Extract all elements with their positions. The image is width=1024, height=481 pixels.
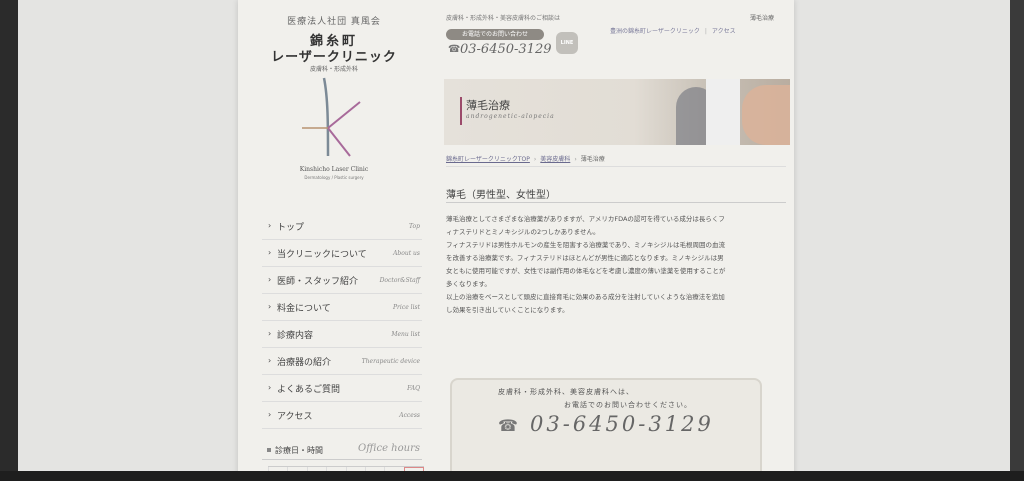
nav-label-en: Menu list: [391, 331, 420, 338]
nav-label: 料金について: [277, 304, 331, 314]
sidebar-item-about[interactable]: › 当クリニックについて About us: [262, 240, 422, 267]
monitor-edge-left: [0, 0, 18, 481]
page-banner: 薄毛治療 androgenetic-alopecia: [444, 79, 790, 145]
chevron-right-icon: ›: [268, 275, 272, 284]
sidebar: 医療法人社団 真風会 錦糸町 レーザークリニック 皮膚科・形成外科 Kinshi…: [238, 0, 430, 481]
logo-english: Kinshicho Laser Clinic: [299, 166, 369, 173]
contact-note: 皮膚科・形成外科・美容皮膚科のご相談は: [446, 15, 561, 22]
breadcrumb: 錦糸町レーザークリニックTOP › 美容皮膚科 › 薄毛治療: [446, 156, 605, 163]
sidebar-nav: › トップ Top › 当クリニックについて About us › 医師・スタッ…: [262, 213, 422, 429]
chevron-right-icon: ›: [268, 221, 272, 230]
sidebar-item-menu[interactable]: › 診療内容 Menu list: [262, 321, 422, 348]
office-hours-heading: 診療日・時間 Office hours: [262, 440, 422, 460]
nav-label-en: About us: [393, 250, 420, 257]
phone-icon: ☎: [498, 416, 518, 435]
logo-english-sub: Dermatology / Plastic surgery: [304, 175, 364, 180]
body-line: を改善する治療薬です。フィナステリドはほとんどが男性に適応となります。ミノキシジ…: [446, 254, 724, 262]
body-line: し効果を引き出していくことになります。: [446, 306, 569, 314]
nav-label-en: FAQ: [407, 385, 420, 392]
nav-label: よくあるご質問: [277, 385, 341, 395]
main-content: 皮膚科・形成外科・美容皮膚科のご相談は 薄毛治療 お電話でのお問い合わせ ☎ 0…: [430, 0, 794, 481]
chevron-right-icon: ›: [268, 356, 272, 365]
web-page: 医療法人社団 真風会 錦糸町 レーザークリニック 皮膚科・形成外科 Kinshi…: [238, 0, 794, 481]
monitor-bezel-bottom: [0, 471, 1024, 481]
office-hours-label-en: Office hours: [358, 443, 420, 454]
phone-icon: ☎: [448, 44, 461, 55]
link-sister-clinic[interactable]: 豊洲の錦糸町レーザークリニック: [610, 28, 700, 35]
nav-label: 当クリニックについて: [277, 250, 367, 260]
nav-label: アクセス: [277, 412, 313, 422]
chevron-right-icon: ›: [268, 383, 272, 392]
nav-label-en: Top: [409, 223, 420, 230]
logo-clinic[interactable]: レーザークリニック: [238, 46, 430, 65]
utility-links: 豊洲の錦糸町レーザークリニック | アクセス: [610, 28, 736, 35]
tel-label-badge: お電話でのお問い合わせ: [446, 29, 544, 40]
sidebar-item-device[interactable]: › 治療器の紹介 Therapeutic device: [262, 348, 422, 375]
body-line: 多くなります。: [446, 280, 491, 288]
banner-subtitle: androgenetic-alopecia: [466, 113, 555, 120]
chevron-right-icon: ›: [268, 329, 272, 338]
banner-photo-patient: [742, 85, 790, 145]
office-hours-label: 診療日・時間: [275, 446, 323, 455]
chevron-right-icon: ›: [268, 248, 272, 257]
breadcrumb-home[interactable]: 錦糸町レーザークリニックTOP: [446, 156, 530, 163]
sidebar-item-top[interactable]: › トップ Top: [262, 213, 422, 240]
logo-k-mark-icon[interactable]: [298, 76, 368, 158]
body-line: 女ともに使用可能ですが、女性では副作用の体毛などを考慮し濃度の薄い塗薬を使用する…: [446, 267, 726, 275]
sidebar-item-staff[interactable]: › 医師・スタッフ紹介 Doctor&Staff: [262, 267, 422, 294]
chevron-right-icon: ›: [268, 302, 272, 311]
nav-label-en: Doctor&Staff: [379, 277, 420, 284]
banner-title: 薄毛治療: [466, 99, 510, 112]
title-rule: [446, 202, 786, 203]
logo-corporation: 医療法人社団 真風会: [287, 17, 381, 27]
tel-contact-box: 皮膚科・形成外科、美容皮膚科へは、 お電話でのお問い合わせください。 ☎ 03-…: [450, 378, 762, 481]
banner-accent-bar: [460, 97, 462, 125]
line-label: LINE: [560, 40, 574, 46]
nav-label: トップ: [277, 223, 305, 233]
tel-box-line2: お電話でのお問い合わせください。: [564, 401, 692, 409]
nav-label: 治療器の紹介: [277, 358, 332, 368]
breadcrumb-current: 薄毛治療: [580, 156, 605, 163]
line-button[interactable]: LINE: [556, 32, 578, 54]
logo-department: 皮膚科・形成外科: [309, 66, 358, 73]
sidebar-item-faq[interactable]: › よくあるご質問 FAQ: [262, 375, 422, 402]
nav-label: 医師・スタッフ紹介: [277, 277, 359, 287]
square-bullet-icon: [267, 448, 271, 452]
chevron-right-icon: ›: [268, 410, 272, 419]
breadcrumb-category[interactable]: 美容皮膚科: [540, 156, 570, 163]
body-line: ィナステリドとミノキシジルの2つしかありません。: [446, 228, 600, 236]
link-access[interactable]: アクセス: [712, 28, 736, 35]
monitor-edge-right: [1010, 0, 1024, 481]
tel-box-number[interactable]: 03-6450-3129: [530, 412, 714, 436]
nav-label: 診療内容: [277, 331, 314, 341]
nav-label-en: Price list: [393, 304, 420, 311]
body-line: フィナステリドは男性ホルモンの産生を阻害する治療薬であり、ミノキシジルは毛根周囲…: [446, 241, 726, 249]
divider: [446, 166, 786, 167]
header-link-hair-treatment[interactable]: 薄毛治療: [750, 13, 774, 22]
nav-label-en: Access: [399, 412, 420, 419]
body-text: 薄毛治療としてさまざまな治療薬がありますが、アメリカFDAの認可を得ている成分は…: [446, 213, 786, 317]
tel-box-line1: 皮膚科・形成外科、美容皮膚科へは、: [498, 388, 634, 396]
sidebar-item-access[interactable]: › アクセス Access: [262, 402, 422, 429]
banner-photo-coat: [706, 79, 740, 145]
body-line: 薄毛治療としてさまざまな治療薬がありますが、アメリカFDAの認可を得ている成分は…: [446, 215, 725, 223]
sidebar-item-price[interactable]: › 料金について Price list: [262, 294, 422, 321]
section-title: 薄毛（男性型、女性型）: [446, 190, 556, 201]
tel-label: お電話でのお問い合わせ: [461, 31, 528, 38]
body-line: 以上の治療をベースとして頭皮に直接育毛に効果のある成分を注射していくような治療法…: [446, 293, 725, 301]
nav-label-en: Therapeutic device: [361, 358, 420, 365]
header-tel-number[interactable]: 03-6450-3129: [460, 42, 552, 57]
